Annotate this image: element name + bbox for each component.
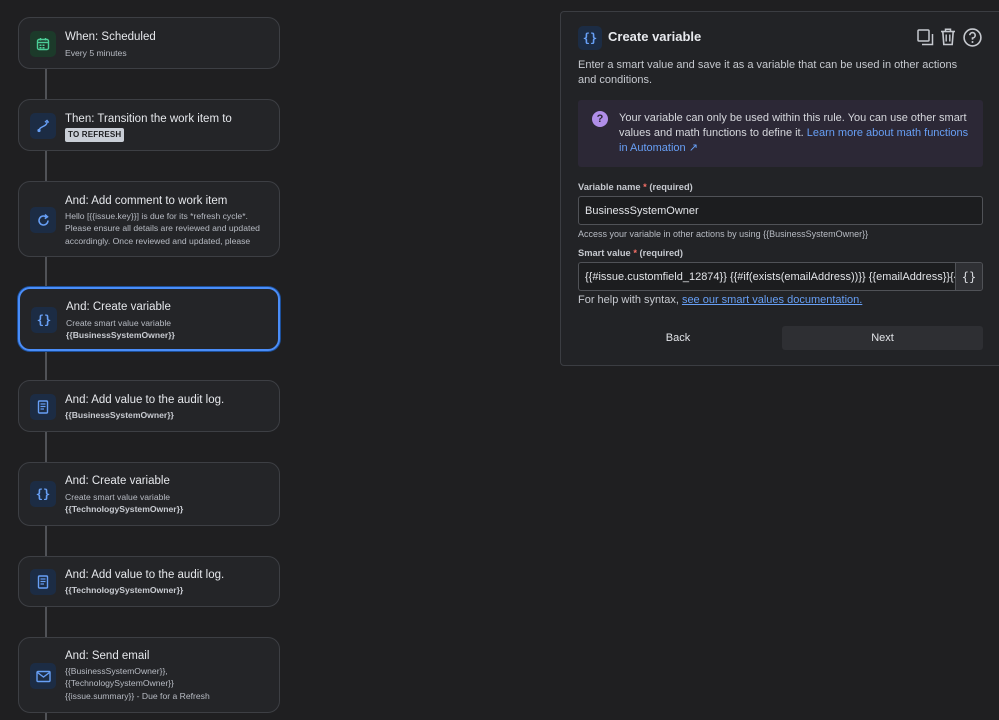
card-variable-name: {{TechnologySystemOwner}} <box>65 585 184 595</box>
card-title: When: Scheduled <box>65 31 156 43</box>
flow-connector <box>45 351 47 380</box>
card-title: And: Create variable <box>66 301 171 313</box>
create-variable-panel: {} Create variable Enter a smart value a… <box>560 11 999 366</box>
card-detail: Hello [{{issue.key}}] is due for its *re… <box>65 210 267 247</box>
card-detail: {{TechnologySystemOwner}} <box>65 584 267 596</box>
braces-icon: {} <box>31 307 57 333</box>
required-star: * <box>633 248 637 258</box>
email-icon <box>30 663 56 689</box>
card-detail: {{BusinessSystemOwner}} <box>65 409 267 421</box>
flow-connector <box>45 713 47 720</box>
card-detail-line: accordingly. Once reviewed and updated, … <box>65 235 251 246</box>
help-icon[interactable] <box>961 26 983 48</box>
question-icon: ? <box>592 111 608 127</box>
audit-log-icon <box>30 394 56 420</box>
flow-connector <box>45 607 47 637</box>
smart-values-docs-link[interactable]: see our smart values documentation. <box>682 294 862 306</box>
info-banner: ? Your variable can only be used within … <box>578 100 983 167</box>
flow-connector <box>45 526 47 556</box>
card-detail: Create smart value variable {{BusinessSy… <box>66 317 266 342</box>
card-title: And: Send email <box>65 650 150 662</box>
required-text: (required) <box>639 248 683 258</box>
smart-value-label: Smart value * (required) <box>578 248 683 258</box>
card-detail-line: Create smart value variable <box>65 492 171 502</box>
audit-log-icon <box>30 569 56 595</box>
smart-value-insert-button[interactable]: {} <box>955 263 982 290</box>
flow-card-add-comment[interactable]: And: Add comment to work item Hello [{{i… <box>18 181 280 257</box>
flow-card-create-variable-business[interactable]: {} And: Create variable Create smart val… <box>18 287 280 351</box>
card-detail-line: {{TechnologySystemOwner}} <box>65 678 174 689</box>
required-text: (required) <box>649 182 693 192</box>
card-title: And: Add value to the audit log. <box>65 394 225 406</box>
next-button[interactable]: Next <box>782 326 983 350</box>
back-button[interactable]: Back <box>578 326 778 350</box>
info-banner-text: Your variable can only be used within th… <box>619 111 974 156</box>
card-title: And: Create variable <box>65 475 170 487</box>
transition-icon <box>30 113 56 139</box>
variable-name-label: Variable name * (required) <box>578 182 693 192</box>
card-variable-name: {{BusinessSystemOwner}} <box>66 330 175 341</box>
required-star: * <box>643 182 647 192</box>
flow-connector <box>45 257 47 287</box>
flow-card-send-email[interactable]: And: Send email {{BusinessSystemOwner}},… <box>18 637 280 713</box>
flow-card-audit-log-technology[interactable]: And: Add value to the audit log. {{Techn… <box>18 556 280 607</box>
card-detail-line: Hello [{{issue.key}}] is due for its *re… <box>65 211 248 221</box>
comment-refresh-icon <box>30 207 56 233</box>
flow-card-transition[interactable]: Then: Transition the work item to TO REF… <box>18 99 280 151</box>
braces-icon: {} <box>578 26 602 50</box>
flow-connector <box>45 151 47 181</box>
syntax-help: For help with syntax, see our smart valu… <box>578 294 862 306</box>
card-title: And: Add value to the audit log. <box>65 569 225 581</box>
card-detail: TO REFRESH <box>65 128 267 143</box>
panel-title: Create variable <box>608 29 702 44</box>
card-detail: {{BusinessSystemOwner}}, {{TechnologySys… <box>65 665 267 702</box>
card-variable-name: {{BusinessSystemOwner}} <box>65 410 174 420</box>
braces-icon: {} <box>30 481 56 507</box>
panel-description: Enter a smart value and save it as a var… <box>578 59 958 86</box>
card-detail-line: {{BusinessSystemOwner}}, <box>65 666 168 676</box>
card-variable-name: {{TechnologySystemOwner}} <box>65 504 184 515</box>
flow-card-create-variable-technology[interactable]: {} And: Create variable Create smart val… <box>18 462 280 526</box>
smart-value-text: {{#issue.customfield_12874}} {{#if(exist… <box>585 270 983 283</box>
flow-connector <box>45 69 47 99</box>
card-title: Then: Transition the work item to <box>65 113 232 125</box>
smart-value-input[interactable]: {{#issue.customfield_12874}} {{#if(exist… <box>578 262 983 291</box>
flow-card-audit-log-business[interactable]: And: Add value to the audit log. {{Busin… <box>18 380 280 432</box>
flow-connector <box>45 432 47 462</box>
card-detail-line: {{issue.summary}} - Due for a Refresh <box>65 690 210 701</box>
flow-card-trigger-scheduled[interactable]: When: Scheduled Every 5 minutes <box>18 17 280 69</box>
variable-name-helper: Access your variable in other actions by… <box>578 229 869 239</box>
duplicate-icon[interactable] <box>914 26 936 48</box>
card-title: And: Add comment to work item <box>65 195 228 207</box>
card-detail: Every 5 minutes <box>65 48 127 58</box>
calendar-icon <box>30 31 56 57</box>
variable-name-value: BusinessSystemOwner <box>585 204 699 217</box>
card-detail-line: Create smart value variable <box>66 318 172 328</box>
status-badge: TO REFRESH <box>65 128 125 143</box>
variable-name-input[interactable]: BusinessSystemOwner <box>578 196 983 225</box>
trash-icon[interactable] <box>937 26 959 48</box>
field-label-text: Smart value <box>578 248 631 258</box>
field-label-text: Variable name <box>578 182 641 192</box>
syntax-help-text: For help with syntax, <box>578 294 682 306</box>
card-detail: Create smart value variable {{Technology… <box>65 491 267 516</box>
card-detail-line: Please ensure all details are reviewed a… <box>65 223 260 234</box>
